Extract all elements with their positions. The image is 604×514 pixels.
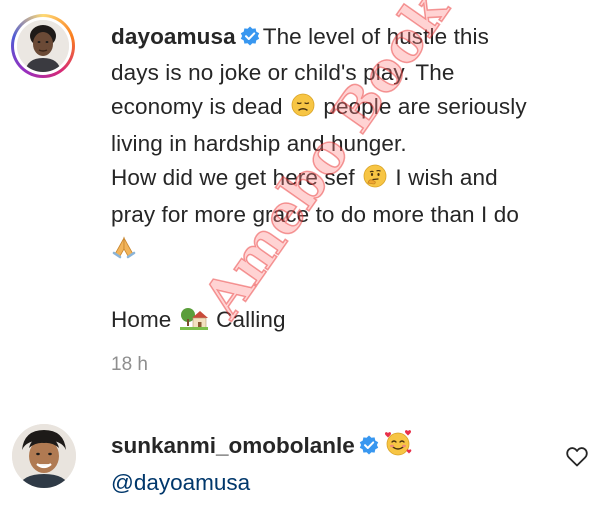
caption-text-1: The level of hustle this xyxy=(262,24,489,49)
caption-text-9: Home xyxy=(111,307,172,332)
reply-username[interactable]: sunkanmi_omobolanle xyxy=(111,433,355,458)
reply-body-line: @dayoamusa xyxy=(111,466,414,500)
avatar-ring-gap xyxy=(14,17,72,75)
caption-line-8: Home Calling xyxy=(111,303,581,340)
caption-line-2: days is no joke or child's play. The xyxy=(111,56,581,90)
post-author-photo xyxy=(17,20,69,72)
folded-hands-emoji xyxy=(111,235,137,269)
post-author-avatar[interactable] xyxy=(11,14,75,78)
reply-header-line: sunkanmi_omobolanle xyxy=(111,429,414,466)
post-username[interactable]: dayoamusa xyxy=(111,24,236,49)
house-with-garden-emoji xyxy=(179,306,208,340)
verified-badge-icon xyxy=(240,22,260,56)
caption-text-8: pray for more grace to do more than I do xyxy=(111,202,519,227)
caption-line-1: dayoamusa The level of hustle this xyxy=(111,20,581,56)
caption-text-10: Calling xyxy=(216,307,286,332)
like-heart-icon[interactable] xyxy=(566,447,588,472)
caption-text-6: How did we get here sef xyxy=(111,165,355,190)
reply-comment: sunkanmi_omobolanle @dayoamusa xyxy=(111,429,414,500)
caption-text-4: people are seriously xyxy=(323,94,527,119)
caption-line-5: How did we get here sef I wish and xyxy=(111,161,581,198)
thinking-face-emoji xyxy=(363,164,387,198)
caption-line-4: living in hardship and hunger. xyxy=(111,127,581,161)
caption-line-3: economy is dead people are seriously xyxy=(111,90,581,127)
caption-text-2: days is no joke or child's play. The xyxy=(111,60,455,85)
verified-badge-icon xyxy=(359,431,379,465)
smiling-face-with-hearts-emoji xyxy=(384,430,412,466)
caption-line-7 xyxy=(111,232,581,269)
caption-line-6: pray for more grace to do more than I do xyxy=(111,198,581,232)
caption-text-3: economy is dead xyxy=(111,94,283,119)
caption-text-7: I wish and xyxy=(395,165,498,190)
post-caption: dayoamusa The level of hustle this days i… xyxy=(111,20,581,340)
reply-mention-link[interactable]: @dayoamusa xyxy=(111,470,250,495)
post-timestamp: 18 h xyxy=(111,354,148,375)
disappointed-face-emoji xyxy=(291,93,315,127)
caption-text-5: living in hardship and hunger. xyxy=(111,131,407,156)
reply-author-avatar[interactable] xyxy=(12,424,76,488)
